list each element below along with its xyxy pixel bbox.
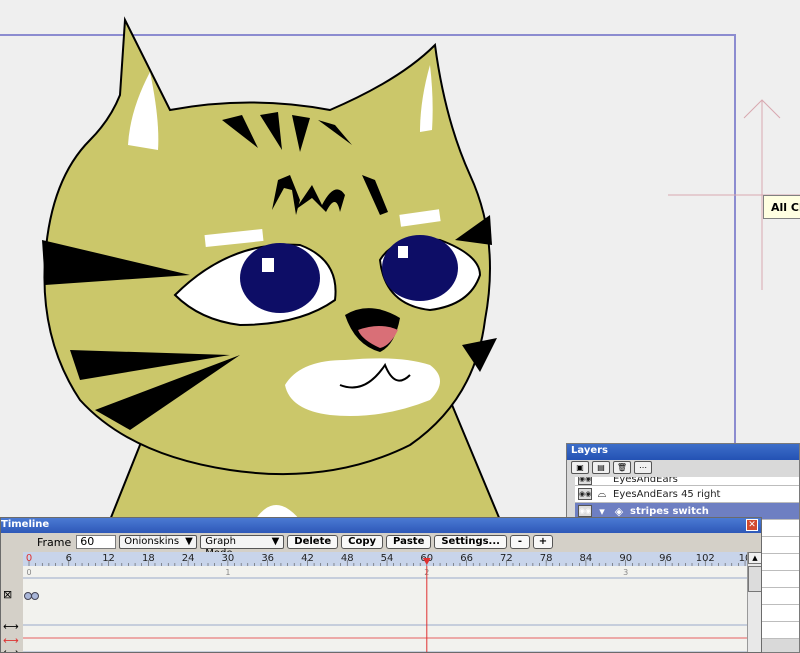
second-marker-label: 3 <box>623 568 628 577</box>
copy-button[interactable]: Copy <box>341 535 384 549</box>
timeline-ruler[interactable]: 0612182430364248546066727884909610210 <box>23 552 762 566</box>
expand-triangle-icon[interactable]: ▾ <box>596 505 608 518</box>
keyframe-marker[interactable] <box>31 592 39 600</box>
trash-icon[interactable]: 🗑 <box>613 461 631 474</box>
settings-button[interactable]: Settings... <box>434 535 507 549</box>
graph-mode-dropdown[interactable]: Graph Mode ▼ <box>200 535 285 559</box>
zoom-in-button[interactable]: + <box>532 535 553 549</box>
cat-illustration[interactable] <box>42 16 502 521</box>
ruler-label: 66 <box>460 553 473 564</box>
all-channels-tooltip: All Ch <box>763 195 800 219</box>
bone-channel-icon[interactable]: ⟷ <box>3 646 19 652</box>
ruler-label: 84 <box>580 553 593 564</box>
vector-layer-icon: ⌓ <box>597 487 607 500</box>
animation-stage[interactable]: All Ch Layers ▣ ▤ 🗑 ⋯ ◉◉ ⌒ EyesAndEars ◉… <box>0 0 800 653</box>
scroll-up-icon[interactable]: ▲ <box>748 552 761 564</box>
layer-row-eyesandears[interactable]: ◉◉ ⌒ EyesAndEars <box>575 477 799 486</box>
ruler-label: 36 <box>261 553 274 564</box>
ruler-label: 18 <box>142 553 155 564</box>
visibility-eye-icon[interactable]: ◉◉ <box>578 505 592 517</box>
timeline-panel-title: Timeline ✕ <box>1 518 761 533</box>
switch-layer-icon: ◈ <box>614 504 624 518</box>
second-marker-label: 1 <box>225 568 230 577</box>
ruler-label: 96 <box>659 553 672 564</box>
new-layer-icon[interactable]: ▣ <box>571 461 589 474</box>
ruler-label: 48 <box>341 553 354 564</box>
ruler-label: 12 <box>102 553 115 564</box>
onionskins-dropdown[interactable]: Onionskins ▼ <box>119 535 198 549</box>
timeline-panel[interactable]: Timeline ✕ Frame 60 Onionskins ▼ Graph M… <box>0 517 762 653</box>
ruler-label: 42 <box>301 553 314 564</box>
layers-panel-title: Layers <box>567 444 799 460</box>
layer-label: stripes switch <box>630 505 709 517</box>
paste-button[interactable]: Paste <box>386 535 432 549</box>
ruler-label: 30 <box>222 553 235 564</box>
onionskins-label: Onionskins <box>124 536 180 547</box>
ruler-label: 90 <box>619 553 632 564</box>
ruler-label: 72 <box>500 553 513 564</box>
graph-mode-label: Graph Mode <box>205 536 236 559</box>
channel-icons-column: ⊠ ⟷ ⟷ ⟷ <box>1 566 23 652</box>
visibility-eye-icon[interactable]: ◉◉ <box>578 488 592 500</box>
layers-toolbar: ▣ ▤ 🗑 ⋯ <box>567 460 799 476</box>
chevron-down-icon: ▼ <box>271 536 280 547</box>
scroll-thumb[interactable] <box>748 566 761 592</box>
second-marker-label: 0 <box>26 568 31 577</box>
layer-row-eyesandears-45-right[interactable]: ◉◉ ⌓ EyesAndEars 45 right <box>575 486 799 503</box>
keyframe-marker[interactable] <box>24 592 32 600</box>
close-icon[interactable]: ✕ <box>746 519 758 531</box>
ruler-label: 24 <box>182 553 195 564</box>
visibility-eye-icon[interactable]: ◉◉ <box>578 477 592 485</box>
ruler-label: 102 <box>696 553 715 564</box>
layer-label: EyesAndEars 45 right <box>613 488 721 500</box>
timeline-scrollbar[interactable]: ▲ <box>747 552 761 652</box>
timeline-toolbar: Frame 60 Onionskins ▼ Graph Mode ▼ Delet… <box>1 533 761 559</box>
ruler-label: 54 <box>381 553 394 564</box>
switch-channel-icon[interactable]: ⊠ <box>3 588 12 601</box>
ruler-label: 6 <box>66 553 72 564</box>
add-group-icon[interactable]: ▤ <box>592 461 610 474</box>
timeline-title-text: Timeline <box>1 519 50 530</box>
ruler-label: 0 <box>26 553 32 564</box>
frame-label: Frame <box>37 535 72 549</box>
bone-layer-icon: ⌒ <box>596 477 608 484</box>
layer-label: EyesAndEars <box>613 477 678 485</box>
more-icon[interactable]: ⋯ <box>634 461 652 474</box>
bone-channel-icon[interactable]: ⟷ <box>3 620 19 633</box>
zoom-out-button[interactable]: - <box>509 535 530 549</box>
timeline-tracks[interactable]: 0123 <box>23 566 747 653</box>
frame-input[interactable]: 60 <box>76 535 117 549</box>
delete-button[interactable]: Delete <box>287 535 339 549</box>
chevron-down-icon: ▼ <box>185 536 193 547</box>
ruler-label: 78 <box>540 553 553 564</box>
